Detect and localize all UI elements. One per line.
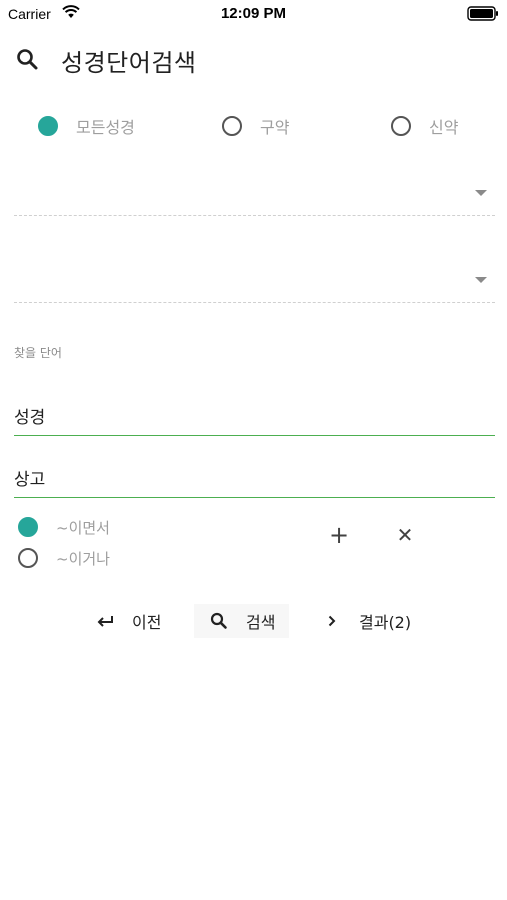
radio-or[interactable]: ~이거나 [18, 545, 110, 571]
radio-checked-indicator[interactable] [38, 116, 58, 136]
testament-radio-group: 모든성경 구약 신약 [0, 108, 507, 144]
prev-button[interactable]: 이전 [94, 604, 161, 638]
page-title: 성경단어검색 [61, 49, 197, 77]
radio-unchecked-indicator[interactable] [222, 116, 242, 136]
book-dropdown-1[interactable] [14, 166, 495, 216]
radio-checked-indicator[interactable] [18, 517, 38, 537]
radio-and-label: ~이면서 [56, 518, 110, 537]
radio-new-testament-label: 신약 [429, 118, 459, 137]
radio-or-label: ~이거나 [56, 549, 110, 568]
results-button-label: 결과(2) [359, 613, 412, 632]
radio-and[interactable]: ~이면서 [18, 514, 110, 540]
return-arrow-icon [97, 616, 113, 627]
book-dropdown-2[interactable] [14, 253, 495, 303]
radio-unchecked-indicator[interactable] [391, 116, 411, 136]
search-icon [210, 612, 227, 629]
dropdown-arrow-icon [475, 277, 487, 283]
chevron-right-icon [328, 615, 336, 627]
radio-all-bible[interactable]: 모든성경 [38, 108, 135, 144]
results-button[interactable]: 결과(2) [321, 604, 411, 638]
radio-unchecked-indicator[interactable] [18, 548, 38, 568]
close-icon: ✕ [396, 523, 414, 547]
radio-old-testament[interactable]: 구약 [222, 108, 289, 144]
dropdown-arrow-icon [475, 190, 487, 196]
search-button[interactable]: 검색 [194, 604, 290, 638]
status-time: 12:09 PM [220, 5, 287, 22]
radio-old-testament-label: 구약 [260, 118, 290, 137]
battery-icon [467, 6, 498, 21]
search-button-label: 검색 [246, 613, 276, 632]
radio-new-testament[interactable]: 신약 [391, 108, 458, 144]
remove-word-button[interactable]: ✕ [390, 520, 420, 550]
search-icon [17, 49, 38, 70]
plus-icon: + [328, 521, 350, 549]
search-word-input-2[interactable] [14, 458, 495, 498]
status-bar: Carrier 12:09 PM [0, 0, 507, 28]
search-word-input-1[interactable] [14, 396, 495, 436]
prev-button-label: 이전 [132, 613, 162, 632]
radio-all-bible-label: 모든성경 [76, 118, 135, 137]
add-word-button[interactable]: + [324, 520, 354, 550]
app-header: 성경단어검색 [0, 40, 507, 80]
search-words-label: 찾을 단어 [14, 346, 62, 360]
